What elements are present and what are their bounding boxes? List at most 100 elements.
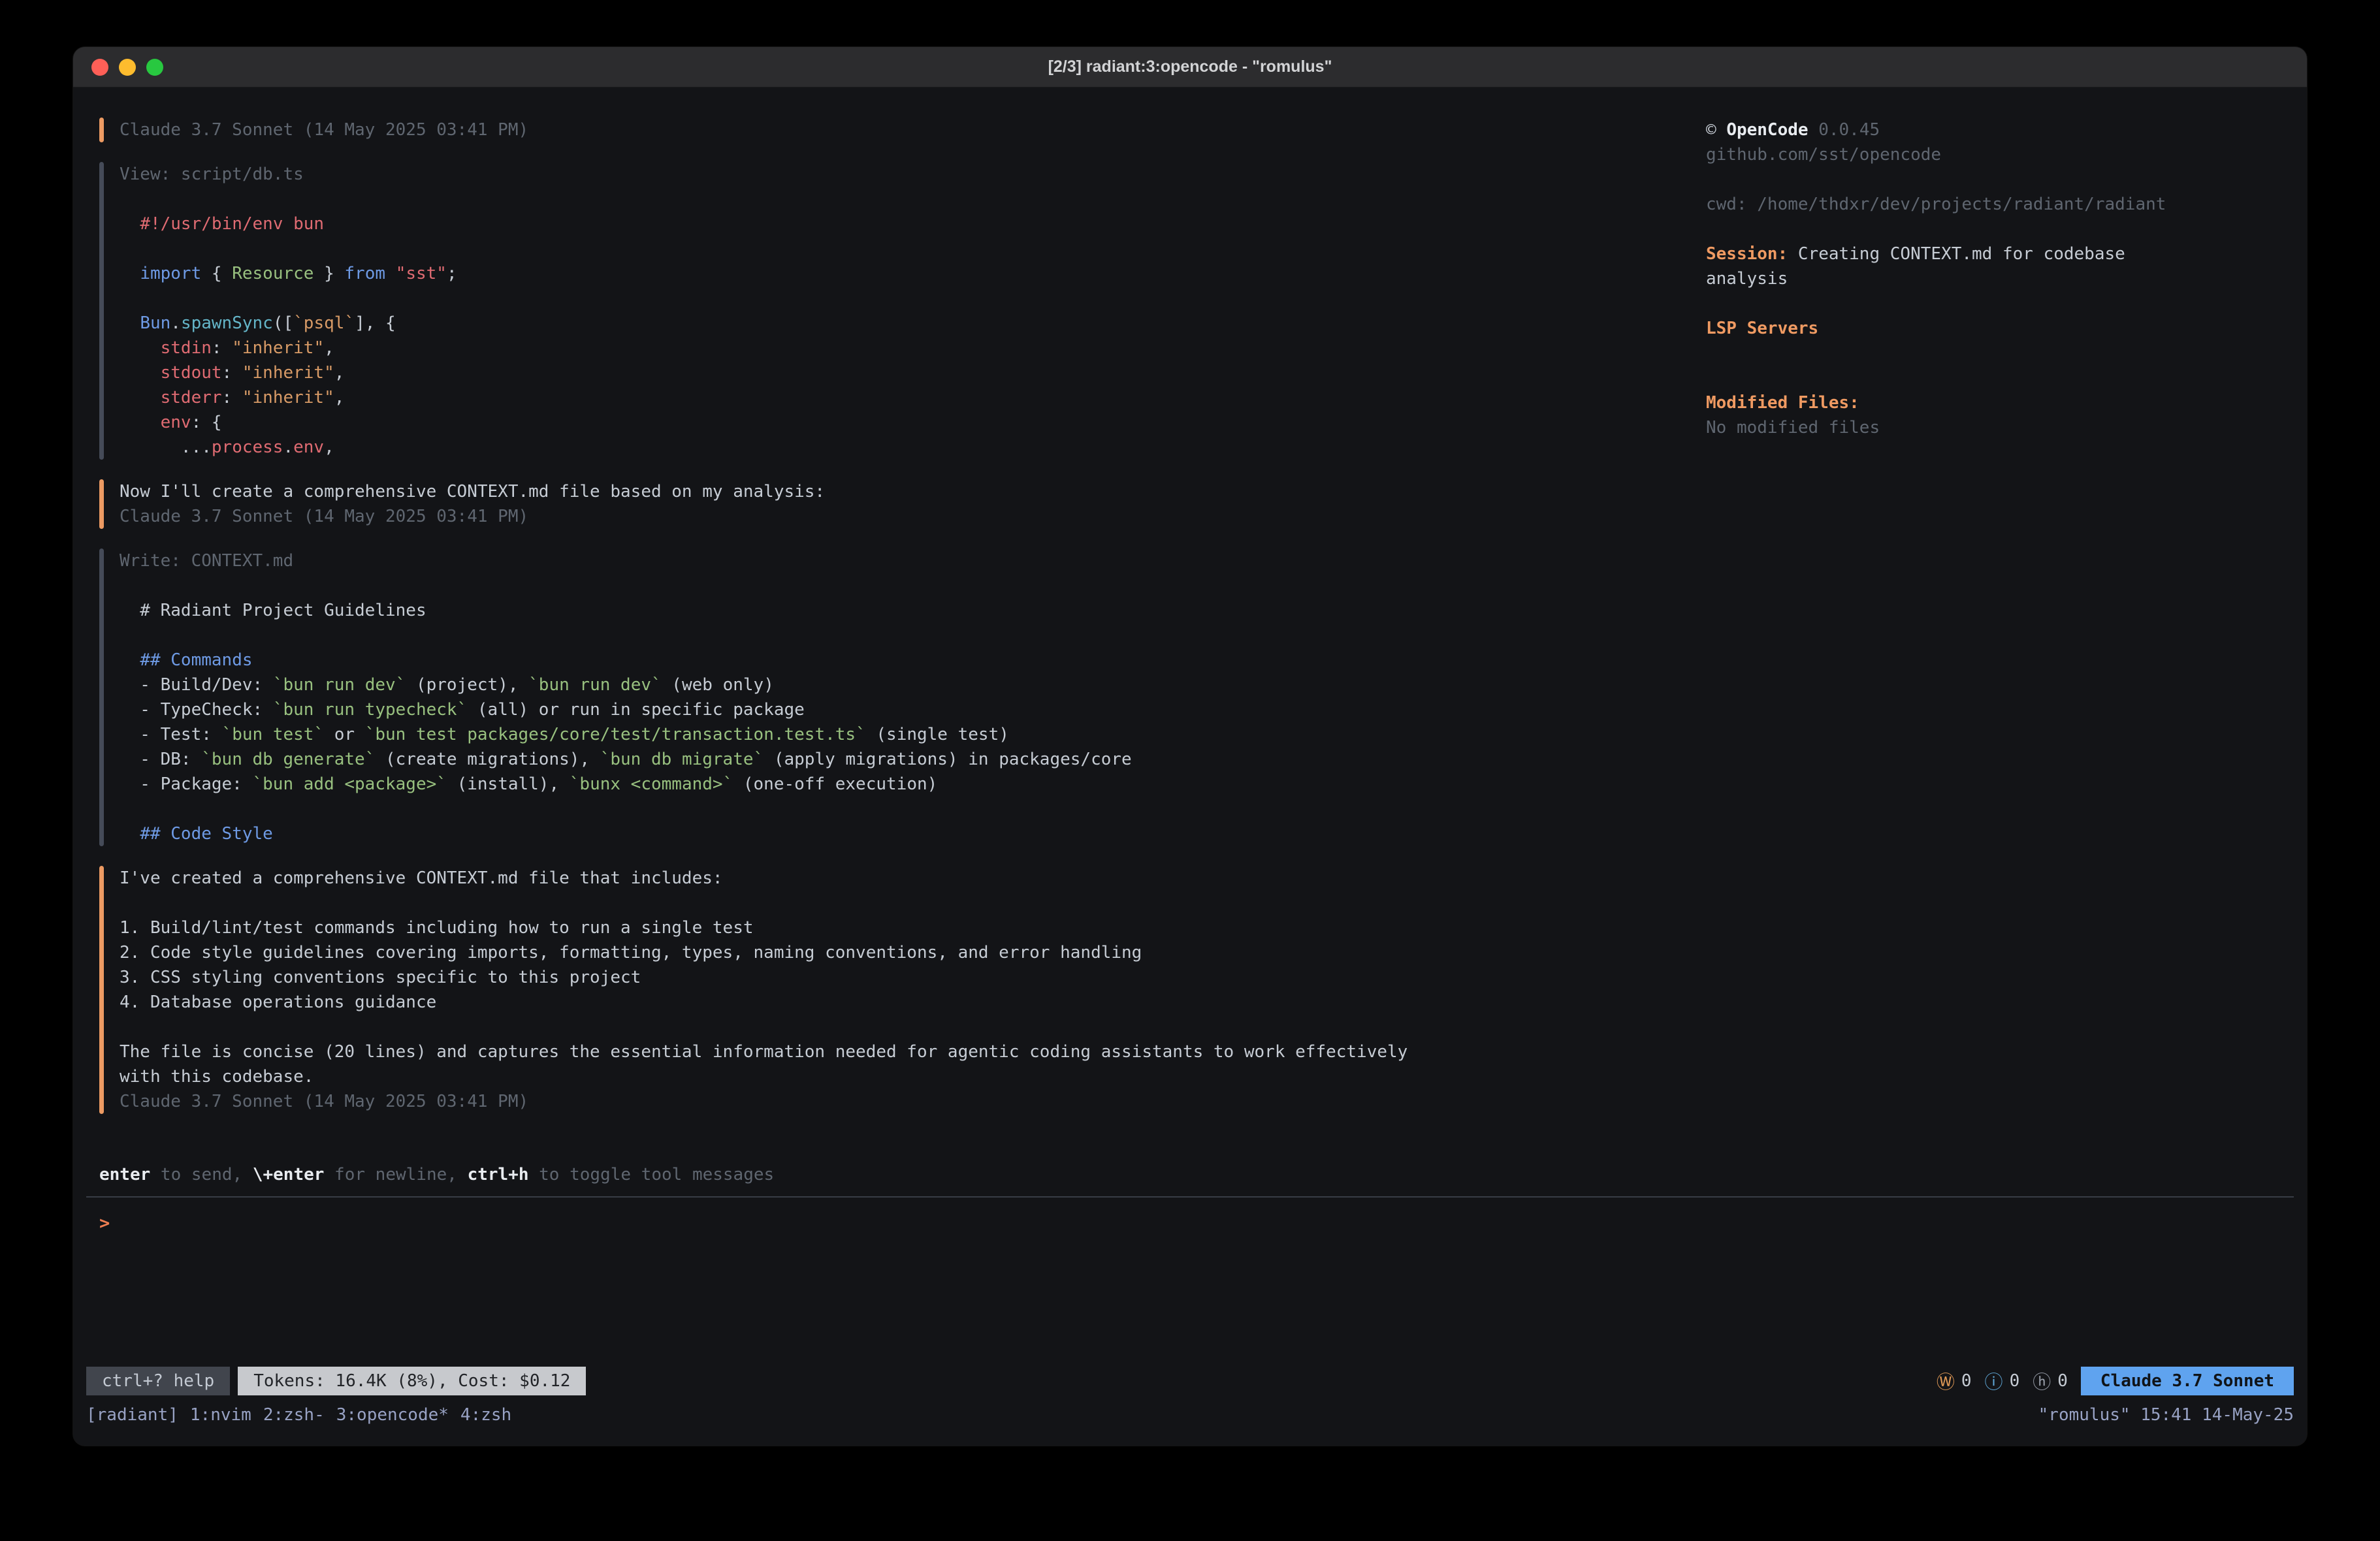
diagnostic-info: ⓘ 0 <box>1985 1368 2020 1394</box>
text-segment: 0.0.45 <box>1809 120 1880 140</box>
tmux-window-4[interactable]: 4:zsh <box>460 1405 511 1425</box>
text-segment: Creating CONTEXT.md for codebase <box>1788 244 2125 264</box>
text-line: cwd: /home/thdxr/dev/projects/radiant/ra… <box>1706 192 2287 217</box>
text-segment: `bunx <command>` <box>570 774 733 794</box>
text-line: Now I'll create a comprehensive CONTEXT.… <box>120 479 1680 504</box>
assistant-message-header: Claude 3.7 Sonnet (14 May 2025 03:41 PM) <box>99 118 1680 142</box>
warning-icon: Ⓦ <box>1937 1368 1955 1394</box>
text-segment: `bun test` <box>222 725 325 744</box>
prompt-symbol: > <box>99 1213 110 1233</box>
tmux-window-2[interactable]: 2:zsh- <box>263 1405 325 1425</box>
tmux-left: [radiant] 1:nvim 2:zsh- 3:opencode* 4:zs… <box>86 1405 511 1425</box>
info-count: 0 <box>2010 1371 2020 1391</box>
text-line: - DB: `bun db generate` (create migratio… <box>120 747 1680 772</box>
text-segment: : <box>222 388 242 407</box>
empty-space <box>73 1238 2307 1367</box>
zoom-button[interactable] <box>146 59 163 76</box>
text-segment: : { <box>191 413 222 432</box>
text-segment: Bun <box>140 313 170 333</box>
text-line <box>1706 366 2287 390</box>
text-segment: `bun add <package>` <box>253 774 447 794</box>
desktop-background: [2/3] radiant:3:opencode - "romulus" Cla… <box>0 0 2380 1541</box>
status-bar: ctrl+? help Tokens: 16.4K (8%), Cost: $0… <box>73 1367 2307 1395</box>
text-line: analysis <box>1706 266 2287 291</box>
text-segment: process <box>212 437 283 457</box>
text-line <box>120 797 1680 821</box>
assistant-message-summary: I've created a comprehensive CONTEXT.md … <box>99 866 1680 1114</box>
text-segment: to send, <box>150 1165 253 1184</box>
text-segment: enter <box>99 1165 150 1184</box>
text-segment: ; <box>447 264 457 283</box>
tmux-session-name: [radiant] <box>86 1405 178 1425</box>
tmux-window-3-active[interactable]: 3:opencode* <box>336 1405 449 1425</box>
text-segment: Claude 3.7 Sonnet (14 May 2025 03:41 PM) <box>120 507 528 526</box>
text-line <box>120 623 1680 648</box>
minimize-button[interactable] <box>119 59 136 76</box>
text-line <box>120 573 1680 598</box>
text-segment: : <box>212 338 232 358</box>
text-segment: , <box>324 437 334 457</box>
text-segment: spawnSync <box>181 313 273 333</box>
tmux-statusbar: [radiant] 1:nvim 2:zsh- 3:opencode* 4:zs… <box>73 1401 2307 1429</box>
text-segment: , <box>334 388 345 407</box>
message-accent-bar <box>99 548 104 846</box>
text-segment: "sst" <box>396 264 447 283</box>
text-line: 2. Code style guidelines covering import… <box>120 940 1680 965</box>
text-line: Claude 3.7 Sonnet (14 May 2025 03:41 PM) <box>120 1089 1680 1114</box>
text-line <box>1706 167 2287 192</box>
text-segment: - Package: <box>120 774 253 794</box>
text-segment <box>120 650 140 670</box>
tmux-window-1[interactable]: 1:nvim <box>190 1405 251 1425</box>
text-line: env: { <box>120 410 1680 435</box>
message-accent-bar <box>99 162 104 460</box>
text-segment: "inherit" <box>232 338 324 358</box>
message-accent-bar <box>99 479 104 529</box>
tool-message-write-file: Write: CONTEXT.md # Radiant Project Guid… <box>99 548 1680 846</box>
text-segment: - Test: <box>120 725 222 744</box>
text-line <box>120 187 1680 212</box>
text-segment: or <box>324 725 365 744</box>
text-segment: env <box>293 437 324 457</box>
sidebar-lines: © OpenCode 0.0.45github.com/sst/opencode… <box>1706 118 2287 440</box>
text-segment: ... <box>120 437 212 457</box>
window-titlebar[interactable]: [2/3] radiant:3:opencode - "romulus" <box>73 47 2307 87</box>
text-line: github.com/sst/opencode <box>1706 142 2287 167</box>
text-line: stderr: "inherit", <box>120 385 1680 410</box>
text-line: 3. CSS styling conventions specific to t… <box>120 965 1680 990</box>
model-chip[interactable]: Claude 3.7 Sonnet <box>2081 1367 2294 1395</box>
window-title: [2/3] radiant:3:opencode - "romulus" <box>1048 57 1332 76</box>
text-line: Modified Files: <box>1706 390 2287 415</box>
chat-input[interactable]: > <box>73 1209 2307 1238</box>
close-button[interactable] <box>91 59 108 76</box>
text-line: stdin: "inherit", <box>120 336 1680 360</box>
help-chip[interactable]: ctrl+? help <box>86 1367 230 1395</box>
text-segment: github.com/sst/opencode <box>1706 145 1941 165</box>
message-lines: View: script/db.ts #!/usr/bin/env bun im… <box>120 162 1680 460</box>
text-line <box>1706 341 2287 366</box>
text-segment <box>120 413 161 432</box>
tool-message-view-file: View: script/db.ts #!/usr/bin/env bun im… <box>99 162 1680 460</box>
text-segment: env <box>161 413 191 432</box>
text-segment: (create migrations), <box>375 750 600 769</box>
text-segment: © <box>1706 120 1726 140</box>
text-line <box>120 1015 1680 1040</box>
text-line <box>1706 291 2287 316</box>
hint-icon: ⓗ <box>2033 1368 2051 1394</box>
text-segment <box>120 363 161 383</box>
text-segment: (install), <box>447 774 570 794</box>
session-sidebar: © OpenCode 0.0.45github.com/sst/opencode… <box>1706 118 2294 1134</box>
text-line: ## Code Style <box>120 821 1680 846</box>
text-line: ...process.env, <box>120 435 1680 460</box>
input-divider <box>86 1196 2294 1198</box>
text-segment: to toggle tool messages <box>528 1165 774 1184</box>
text-segment: : <box>222 363 242 383</box>
text-segment: Modified Files: <box>1706 393 1859 413</box>
text-segment: "inherit" <box>242 388 334 407</box>
text-segment: from <box>344 264 385 283</box>
text-line: - Build/Dev: `bun run dev` (project), `b… <box>120 673 1680 697</box>
text-line: Claude 3.7 Sonnet (14 May 2025 03:41 PM) <box>120 118 1680 142</box>
chat-main: Claude 3.7 Sonnet (14 May 2025 03:41 PM)… <box>99 118 1706 1134</box>
message-accent-bar <box>99 866 104 1114</box>
text-segment: The file is concise (20 lines) and captu… <box>120 1042 1407 1062</box>
text-segment: - Build/Dev: <box>120 675 273 695</box>
